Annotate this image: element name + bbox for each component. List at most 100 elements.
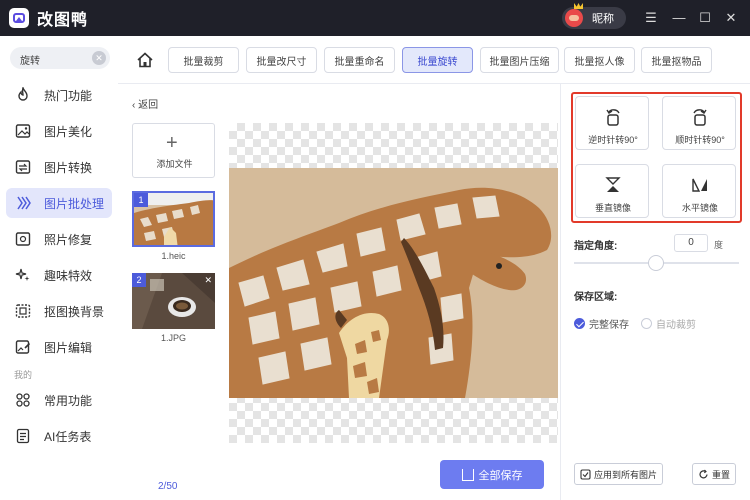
photo-repair-icon: [14, 230, 32, 248]
file-thumbnail-1[interactable]: 1: [132, 191, 215, 247]
image-preview: [229, 123, 558, 443]
chevron-left-icon: ‹: [132, 100, 136, 111]
back-label: 返回: [138, 100, 159, 111]
sidebar-item-convert[interactable]: 图片转换: [6, 152, 112, 182]
sidebar-item-label: AI任务表: [44, 429, 92, 444]
sidebar-item-beautify[interactable]: 图片美化: [6, 116, 112, 146]
apply-to-all-button[interactable]: 应用到所有图片: [574, 463, 663, 485]
sidebar-item-label: 趣味特效: [44, 268, 93, 283]
sidebar-item-repair[interactable]: 照片修复: [6, 224, 112, 254]
sidebar-item-label: 照片修复: [44, 232, 93, 247]
full-save-label: 完整保存: [589, 320, 629, 331]
home-icon[interactable]: [136, 51, 154, 69]
auto-crop-label: 自动裁剪: [656, 320, 696, 331]
tab-batch-compress[interactable]: 批量图片压缩: [480, 47, 559, 73]
sidebar-item-batch[interactable]: 图片批处理: [6, 188, 112, 218]
file-name: 1.JPG: [160, 333, 186, 343]
sidebar: 旋转 ✕ 热门功能 图片美化 图片转换 图片批处理 照片修复 趣味特效 抠图换背…: [0, 36, 118, 500]
rotate-right-label: 顺时针转90°: [675, 135, 725, 145]
reset-label: 重置: [711, 469, 730, 480]
apply-all-icon: [580, 468, 591, 480]
flip-horizontal-button[interactable]: 水平镜像: [662, 164, 736, 218]
page-count: 2/50: [158, 481, 178, 492]
sidebar-item-label: 图片编辑: [44, 340, 93, 355]
angle-input[interactable]: 0: [674, 234, 708, 252]
remove-file-icon[interactable]: ✕: [204, 275, 212, 286]
grid-icon: [14, 391, 32, 409]
save-all-button[interactable]: 全部保存: [440, 460, 544, 489]
tab-batch-rename[interactable]: 批量重命名: [324, 47, 395, 73]
sidebar-item-label: 图片转换: [44, 160, 93, 175]
flip-horizontal-label: 水平镜像: [681, 203, 718, 213]
plus-icon: +: [166, 132, 178, 154]
file-number: 1: [134, 193, 148, 207]
sidebar-item-ai-tasks[interactable]: AI任务表: [6, 421, 112, 451]
image-convert-icon: [14, 158, 32, 176]
flip-vertical-label: 垂直镜像: [594, 203, 631, 213]
flip-vertical-button[interactable]: 垂直镜像: [575, 164, 649, 218]
radio-full-save[interactable]: 完整保存: [574, 316, 629, 331]
radio-checked-icon: [574, 318, 585, 329]
flip-vertical-icon: [605, 177, 621, 192]
save-area-label: 保存区域:: [574, 292, 618, 303]
file-number: 2: [132, 273, 146, 287]
tab-batch-object-cutout[interactable]: 批量抠物品: [641, 47, 712, 73]
minimize-icon[interactable]: —: [670, 9, 688, 27]
search-value[interactable]: 旋转: [20, 52, 40, 67]
radio-auto-crop[interactable]: 自动裁剪: [641, 316, 696, 331]
angle-unit: 度: [714, 240, 724, 250]
rotate-settings-panel: 逆时针转90° 顺时针转90° 垂直镜像 水平镜像 指定角度: 0 度 保存区域…: [560, 84, 750, 500]
rotate-left-label: 逆时针转90°: [588, 135, 638, 145]
add-file-button[interactable]: + 添加文件: [132, 123, 215, 178]
search-input[interactable]: 旋转 ✕: [10, 47, 110, 69]
reset-icon: [699, 469, 708, 478]
sidebar-item-common[interactable]: 常用功能: [6, 385, 112, 415]
title-bar: 改图鸭 昵称 ☰ — ☐ ✕: [0, 0, 750, 36]
angle-slider-handle[interactable]: [648, 255, 664, 271]
sidebar-item-hot[interactable]: 热门功能: [6, 80, 112, 110]
sidebar-item-edit[interactable]: 图片编辑: [6, 332, 112, 362]
file-name: 1.heic: [161, 251, 186, 261]
task-list-icon: [14, 427, 32, 445]
clear-search-icon[interactable]: ✕: [92, 51, 106, 65]
giraffe-preview-image: [229, 168, 558, 398]
avatar: [565, 9, 583, 27]
apply-all-label: 应用到所有图片: [593, 469, 657, 480]
download-icon: [461, 468, 474, 481]
cutout-icon: [14, 302, 32, 320]
tab-batch-resize[interactable]: 批量改尺寸: [246, 47, 317, 73]
sparkle-icon: [14, 266, 32, 284]
vip-crown-icon: [574, 3, 583, 9]
flame-icon: [14, 86, 32, 104]
tab-batch-rotate[interactable]: 批量旋转: [402, 47, 473, 73]
rotate-clockwise-button[interactable]: 顺时针转90°: [662, 96, 736, 150]
my-group-label: 我的: [14, 370, 33, 380]
back-button[interactable]: ‹ 返回: [132, 96, 158, 111]
batch-process-icon: [14, 194, 32, 212]
reset-button[interactable]: 重置: [692, 463, 736, 485]
app-title: 改图鸭: [37, 12, 89, 29]
workspace: ‹ 返回 + 添加文件 1 1.heic 2 ✕ 1.JPG 2/50 全部保存: [118, 84, 560, 500]
flip-horizontal-icon: [692, 178, 707, 192]
sidebar-item-effects[interactable]: 趣味特效: [6, 260, 112, 290]
tab-batch-crop[interactable]: 批量裁剪: [168, 47, 239, 73]
tab-batch-portrait-cutout[interactable]: 批量抠人像: [564, 47, 635, 73]
sidebar-item-cutout[interactable]: 抠图换背景: [6, 296, 112, 326]
user-profile-button[interactable]: 昵称: [562, 7, 626, 29]
angle-label: 指定角度:: [574, 241, 618, 252]
feature-toolbar: 批量裁剪 批量改尺寸 批量重命名 批量旋转 批量图片压缩 批量抠人像 批量抠物品: [118, 36, 750, 84]
maximize-icon[interactable]: ☐: [696, 9, 714, 27]
add-file-label: 添加文件: [156, 159, 193, 169]
rotate-counterclockwise-button[interactable]: 逆时针转90°: [575, 96, 649, 150]
radio-unchecked-icon: [641, 318, 652, 329]
menu-icon[interactable]: ☰: [642, 9, 660, 27]
sidebar-item-label: 抠图换背景: [44, 304, 105, 319]
image-beauty-icon: [14, 122, 32, 140]
file-thumbnail-2[interactable]: 2 ✕: [132, 273, 215, 329]
close-icon[interactable]: ✕: [722, 9, 740, 27]
image-edit-icon: [14, 338, 32, 356]
app-logo-icon: [9, 8, 29, 28]
sidebar-item-label: 图片批处理: [44, 196, 105, 211]
nickname: 昵称: [592, 13, 614, 25]
sidebar-item-label: 常用功能: [44, 393, 93, 408]
